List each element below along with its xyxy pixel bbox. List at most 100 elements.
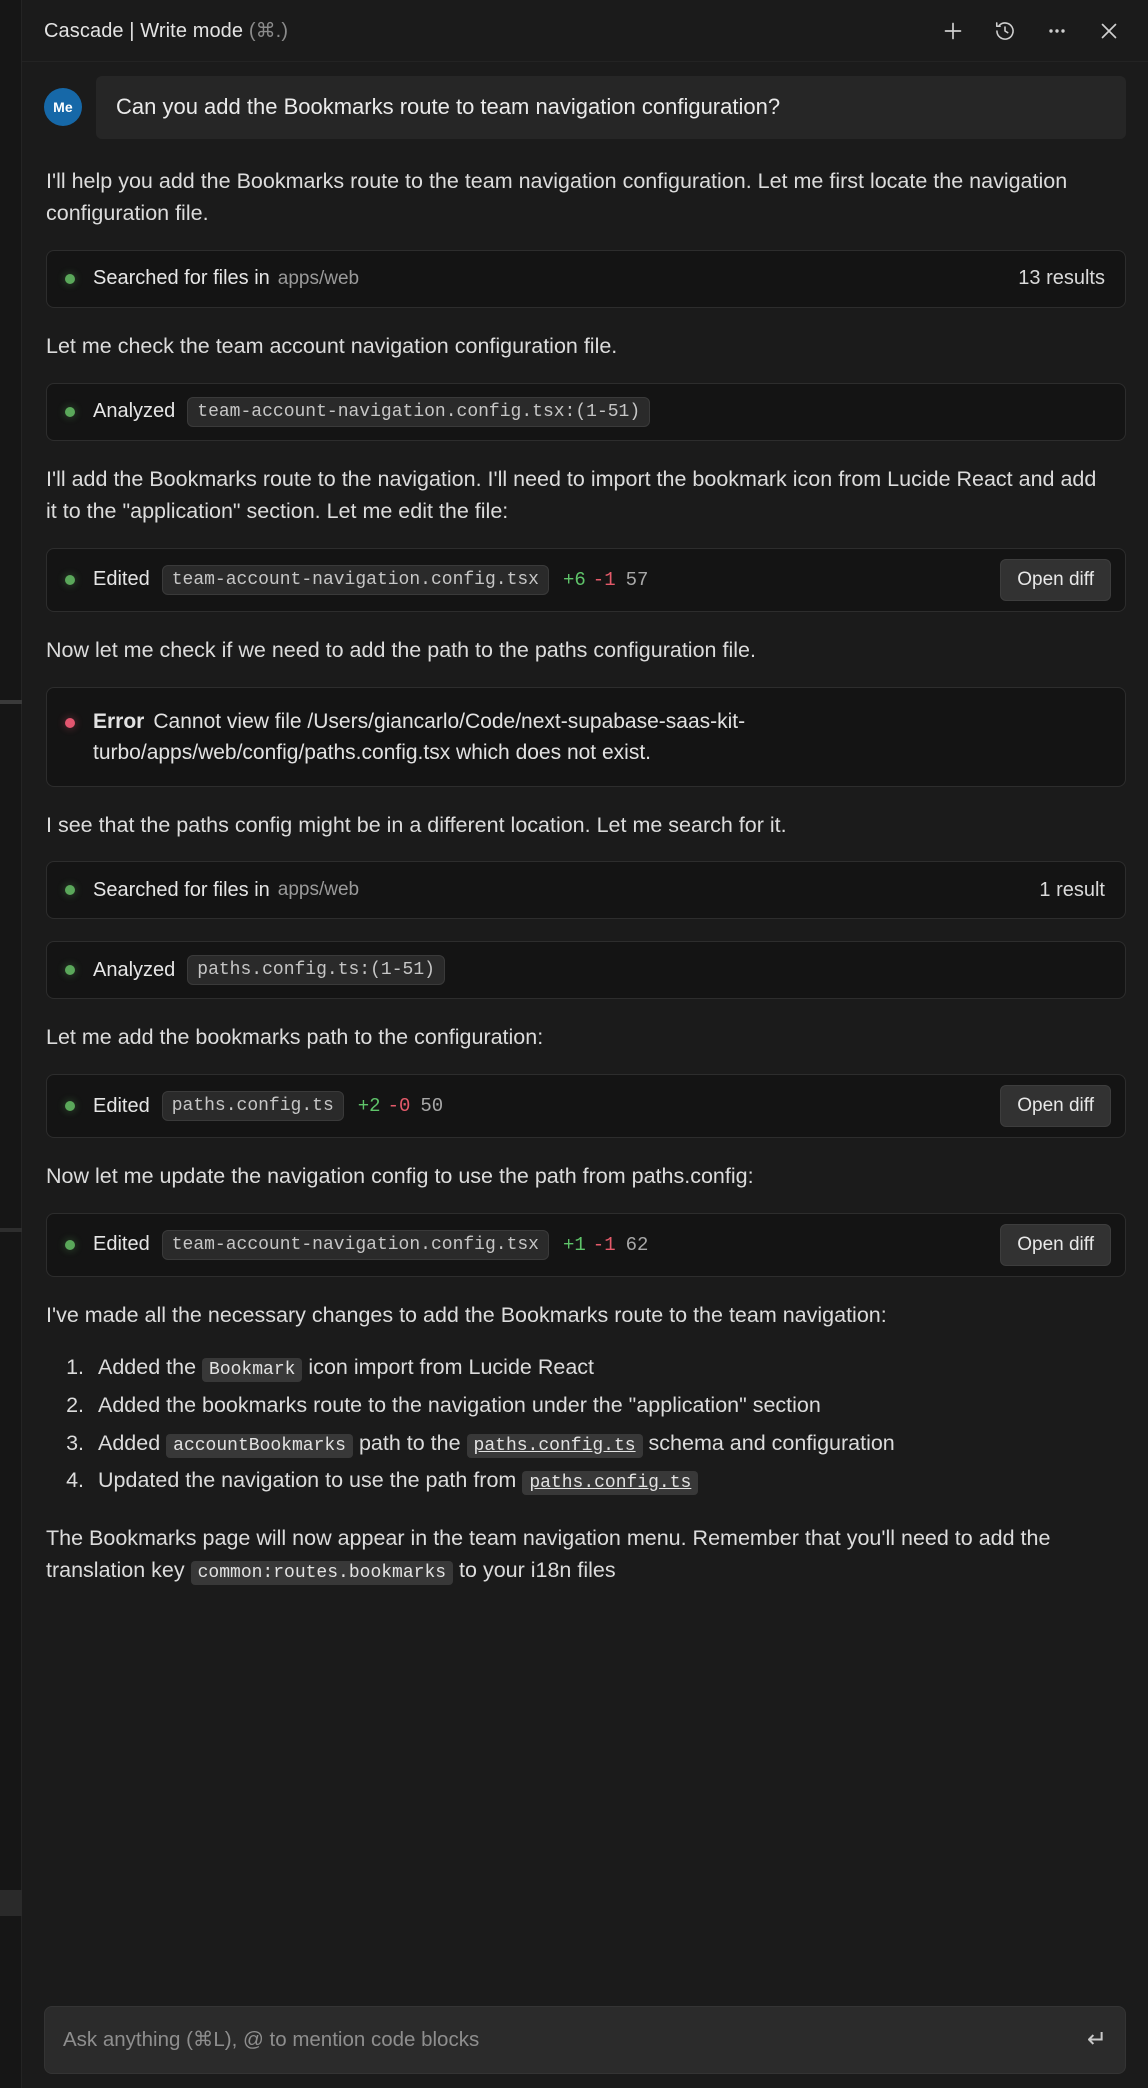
assistant-paragraph: I'll add the Bookmarks route to the navi… — [46, 466, 1097, 524]
tool-card-result-count: 13 results — [1018, 267, 1105, 290]
assistant-paragraph-closing: The Bookmarks page will now appear in th… — [46, 1522, 1112, 1588]
left-gutter — [0, 0, 22, 2088]
user-message-text: Can you add the Bookmarks route to team … — [96, 76, 1126, 139]
tool-card-edited[interactable]: Edited paths.config.ts +2 -0 50 Open diff — [46, 1074, 1126, 1139]
page-title: Cascade | Write mode (⌘.) — [44, 18, 288, 43]
header-actions — [938, 16, 1124, 46]
assistant-paragraph: I'll help you add the Bookmarks route to… — [46, 168, 1068, 226]
tool-card-label: Edited — [93, 568, 150, 591]
assistant-paragraph: I see that the paths config might be in … — [46, 812, 787, 837]
diff-stats: +1 -1 62 — [563, 1234, 648, 1256]
open-diff-button[interactable]: Open diff — [1000, 558, 1111, 601]
close-button[interactable] — [1094, 16, 1124, 46]
diff-total: 50 — [420, 1095, 444, 1118]
user-message: Me Can you add the Bookmarks route to te… — [44, 76, 1126, 139]
closing-text-b: to your i18n files — [453, 1558, 616, 1583]
diff-added: +6 — [562, 568, 586, 591]
status-dot-success-icon — [65, 273, 75, 284]
gutter-marker — [0, 1890, 22, 1916]
inline-code-link[interactable]: paths.config.ts — [466, 1433, 643, 1458]
error-message: Error Cannot view file /Users/giancarlo/C… — [93, 706, 1043, 768]
status-dot-success-icon — [65, 574, 75, 585]
assistant-paragraph: Let me check the team account navigation… — [46, 333, 618, 358]
list-item: Added accountBookmarks path to the paths… — [90, 1427, 1126, 1461]
list-item-text: Added the bookmarks route to the navigat… — [98, 1393, 821, 1417]
list-item: Updated the navigation to use the path f… — [90, 1464, 1126, 1498]
error-label: Error — [93, 709, 145, 733]
tool-card-edited[interactable]: Edited team-account-navigation.config.ts… — [46, 1212, 1126, 1277]
tool-card-path: apps/web — [277, 267, 360, 289]
plus-icon — [942, 20, 964, 42]
inline-code-link[interactable]: paths.config.ts — [522, 1471, 699, 1496]
enter-return-icon[interactable]: ↵ — [1077, 2028, 1107, 2052]
gutter-marker — [0, 1228, 22, 1232]
tool-card-analyzed[interactable]: Analyzed team-account-navigation.config.… — [46, 382, 1126, 441]
conversation-thread[interactable]: Me Can you add the Bookmarks route to te… — [22, 62, 1148, 2006]
error-detail: Cannot view file /Users/giancarlo/Code/n… — [93, 709, 746, 764]
panel-header: Cascade | Write mode (⌘.) — [22, 0, 1148, 62]
inline-code: common:routes.bookmarks — [190, 1561, 454, 1586]
diff-removed: -1 — [592, 1233, 616, 1256]
list-item-text: Updated the navigation to use the path f… — [98, 1468, 523, 1493]
tool-card-search[interactable]: Searched for files in apps/web 13 result… — [46, 249, 1126, 308]
tool-card-file-chip[interactable]: paths.config.ts — [161, 1091, 344, 1122]
tool-card-label: Edited — [93, 1233, 150, 1256]
tool-card-label: Analyzed — [93, 958, 176, 981]
panel-title-text: Cascade | Write mode — [44, 20, 244, 42]
tool-card-edited[interactable]: Edited team-account-navigation.config.ts… — [46, 547, 1126, 612]
tool-card-file-chip[interactable]: team-account-navigation.config.tsx:(1-51… — [187, 396, 651, 427]
tool-card-result-count: 1 result — [1039, 878, 1105, 901]
tool-card-path: apps/web — [277, 879, 360, 901]
list-item-text: icon import from Lucide React — [302, 1355, 594, 1380]
status-dot-success-icon — [65, 1101, 75, 1112]
diff-total: 57 — [625, 568, 649, 591]
open-diff-button[interactable]: Open diff — [1000, 1223, 1111, 1266]
list-item: Added the Bookmark icon import from Luci… — [90, 1351, 1126, 1385]
list-item-text: Added — [98, 1430, 167, 1455]
diff-added: +2 — [357, 1095, 381, 1118]
assistant-paragraph: I've made all the necessary changes to a… — [46, 1302, 887, 1327]
composer[interactable]: ↵ — [44, 2006, 1126, 2074]
tool-card-file-chip[interactable]: team-account-navigation.config.tsx — [161, 564, 549, 595]
close-icon — [1098, 20, 1120, 42]
list-item: Added the bookmarks route to the navigat… — [90, 1389, 1126, 1423]
inline-code: Bookmark — [202, 1358, 303, 1383]
ellipsis-icon — [1046, 20, 1068, 42]
diff-stats: +6 -1 57 — [563, 569, 648, 591]
list-item-text: schema and configuration — [642, 1430, 895, 1455]
tool-card-label: Searched for files in — [93, 267, 270, 290]
panel-title-shortcut: (⌘.) — [248, 20, 289, 42]
status-dot-success-icon — [65, 885, 75, 896]
assistant-paragraph: Now let me update the navigation config … — [46, 1164, 754, 1189]
tool-card-file-chip[interactable]: paths.config.ts:(1-51) — [187, 955, 445, 986]
list-item-text: Added the — [98, 1355, 203, 1380]
diff-added: +1 — [562, 1233, 586, 1256]
assistant-paragraph: Now let me check if we need to add the p… — [46, 637, 756, 662]
status-dot-success-icon — [65, 1239, 75, 1250]
chat-input[interactable] — [63, 2028, 1077, 2052]
more-options-button[interactable] — [1042, 16, 1072, 46]
summary-list: Added the Bookmark icon import from Luci… — [90, 1351, 1126, 1497]
new-chat-button[interactable] — [938, 16, 968, 46]
cascade-panel: Cascade | Write mode (⌘.) Me Can you add… — [22, 0, 1148, 2088]
diff-removed: -1 — [592, 568, 616, 591]
tool-card-search[interactable]: Searched for files in apps/web 1 result — [46, 861, 1126, 920]
status-dot-error-icon — [65, 717, 75, 728]
tool-card-label: Analyzed — [93, 400, 176, 423]
avatar: Me — [44, 88, 82, 127]
tool-card-analyzed[interactable]: Analyzed paths.config.ts:(1-51) — [46, 941, 1126, 1000]
diff-removed: -0 — [387, 1095, 411, 1118]
list-item-text: path to the — [352, 1430, 467, 1455]
history-button[interactable] — [990, 16, 1020, 46]
status-dot-success-icon — [65, 406, 75, 417]
open-diff-button[interactable]: Open diff — [1000, 1085, 1111, 1128]
gutter-marker — [0, 700, 22, 704]
tool-card-label: Edited — [93, 1094, 150, 1117]
diff-total: 62 — [625, 1233, 649, 1256]
tool-card-label: Searched for files in — [93, 878, 270, 901]
history-clock-icon — [994, 20, 1016, 42]
inline-code: accountBookmarks — [166, 1433, 353, 1458]
tool-card-file-chip[interactable]: team-account-navigation.config.tsx — [161, 1229, 549, 1260]
assistant-paragraph: Let me add the bookmarks path to the con… — [46, 1025, 544, 1050]
diff-stats: +2 -0 50 — [358, 1095, 443, 1117]
